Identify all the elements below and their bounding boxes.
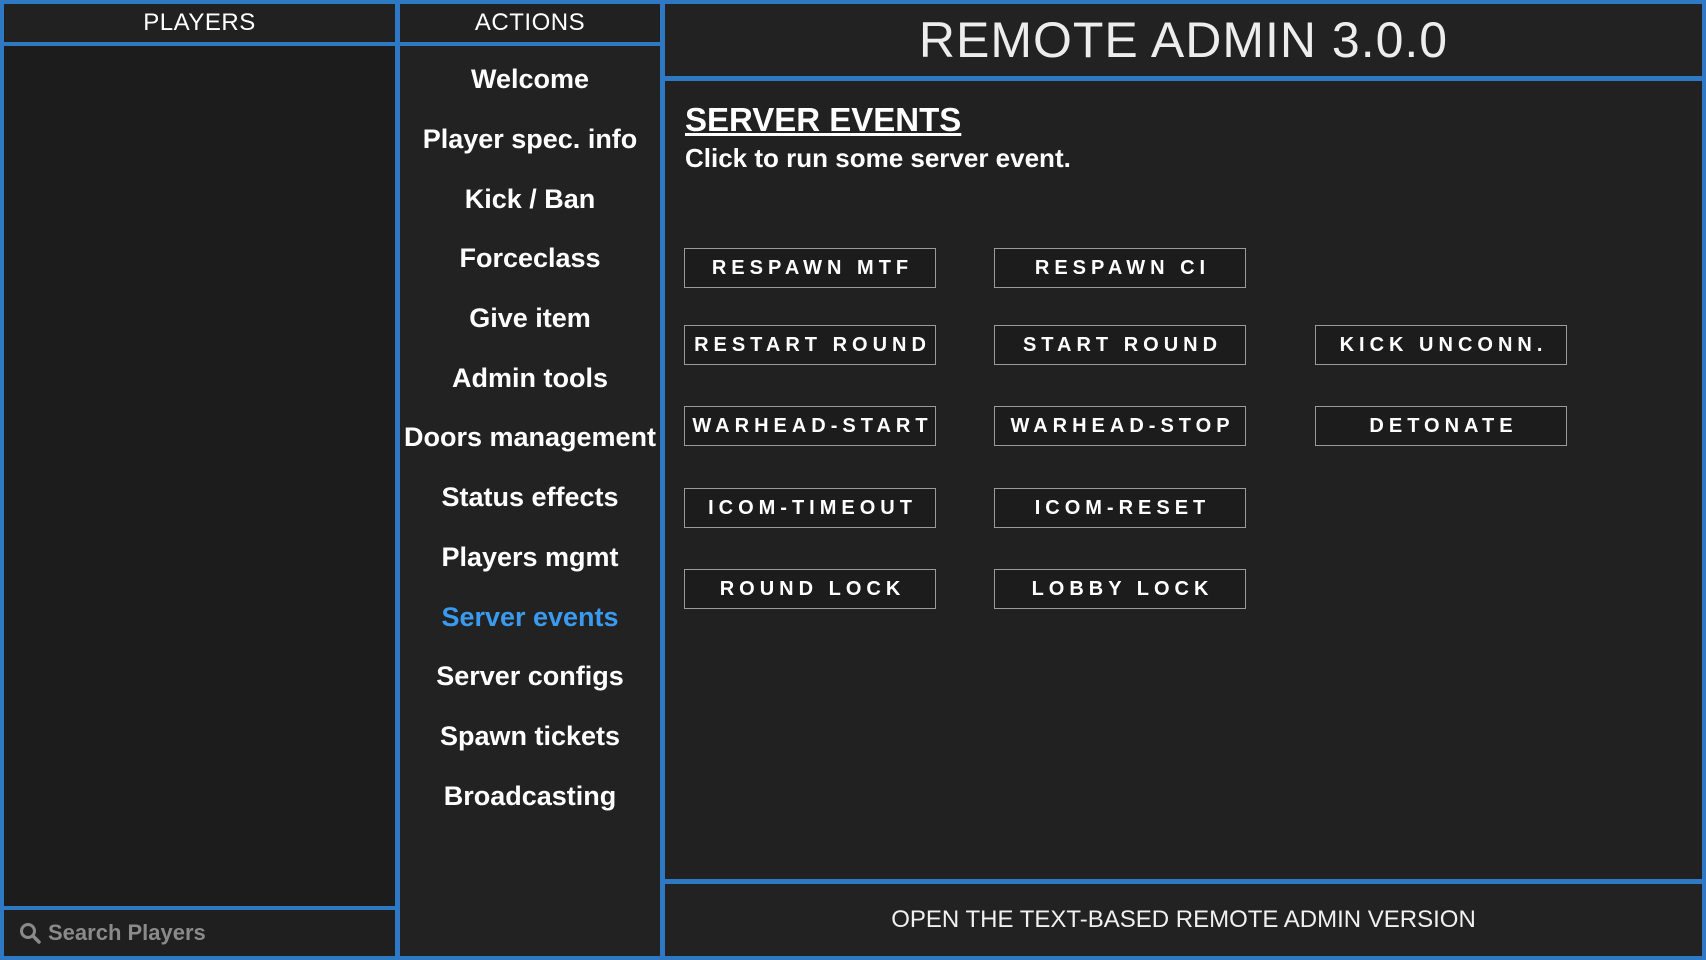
warhead-start-button[interactable]: WARHEAD-START — [684, 406, 936, 446]
server-events-panel: SERVER EVENTS Click to run some server e… — [661, 77, 1706, 883]
warhead-stop-button[interactable]: WARHEAD-STOP — [994, 406, 1246, 446]
action-server-configs[interactable]: Server configs — [400, 647, 660, 707]
text-based-ra-button[interactable]: OPEN THE TEXT-BASED REMOTE ADMIN VERSION — [661, 880, 1706, 960]
start-round-button[interactable]: START ROUND — [994, 325, 1246, 365]
action-server-events[interactable]: Server events — [400, 587, 660, 647]
action-forceclass[interactable]: Forceclass — [400, 229, 660, 289]
detonate-button[interactable]: DETONATE — [1315, 406, 1567, 446]
lobby-lock-button[interactable]: LOBBY LOCK — [994, 569, 1246, 609]
icom-timeout-button[interactable]: ICOM-TIMEOUT — [684, 488, 936, 528]
players-header: PLAYERS — [4, 4, 395, 46]
actions-panel: ACTIONS Welcome Player spec. info Kick /… — [396, 0, 664, 960]
actions-header: ACTIONS — [400, 4, 660, 46]
section-subtitle: Click to run some server event. — [685, 143, 1071, 173]
respawn-ci-button[interactable]: RESPAWN CI — [994, 248, 1246, 288]
action-broadcasting[interactable]: Broadcasting — [400, 766, 660, 826]
title-bar: REMOTE ADMIN 3.0.0 — [661, 0, 1706, 80]
actions-menu: Welcome Player spec. info Kick / Ban For… — [400, 50, 660, 826]
section-title: SERVER EVENTS — [685, 101, 962, 138]
action-player-spec-info[interactable]: Player spec. info — [400, 110, 660, 170]
app-title: REMOTE ADMIN 3.0.0 — [918, 12, 1449, 68]
round-lock-button[interactable]: ROUND LOCK — [684, 569, 936, 609]
icom-reset-button[interactable]: ICOM-RESET — [994, 488, 1246, 528]
kick-unconnected-button[interactable]: KICK UNCONN. — [1315, 325, 1567, 365]
search-icon — [20, 923, 41, 944]
text-based-ra-label: OPEN THE TEXT-BASED REMOTE ADMIN VERSION — [891, 906, 1476, 933]
action-welcome[interactable]: Welcome — [400, 50, 660, 110]
restart-round-button[interactable]: RESTART ROUND — [684, 325, 936, 365]
action-doors-management[interactable]: Doors management — [400, 408, 660, 468]
action-status-effects[interactable]: Status effects — [400, 468, 660, 528]
respawn-mtf-button[interactable]: RESPAWN MTF — [684, 248, 936, 288]
players-panel: PLAYERS Search Players — [0, 0, 399, 960]
search-players-input[interactable]: Search Players — [4, 906, 395, 956]
search-placeholder: Search Players — [48, 920, 206, 945]
remote-admin-window: PLAYERS Search Players ACTIONS Welcome P… — [0, 0, 1706, 960]
action-give-item[interactable]: Give item — [400, 289, 660, 349]
action-players-mgmt[interactable]: Players mgmt — [400, 528, 660, 588]
players-list[interactable] — [4, 46, 395, 906]
action-admin-tools[interactable]: Admin tools — [400, 348, 660, 408]
action-kick-ban[interactable]: Kick / Ban — [400, 169, 660, 229]
action-spawn-tickets[interactable]: Spawn tickets — [400, 707, 660, 767]
